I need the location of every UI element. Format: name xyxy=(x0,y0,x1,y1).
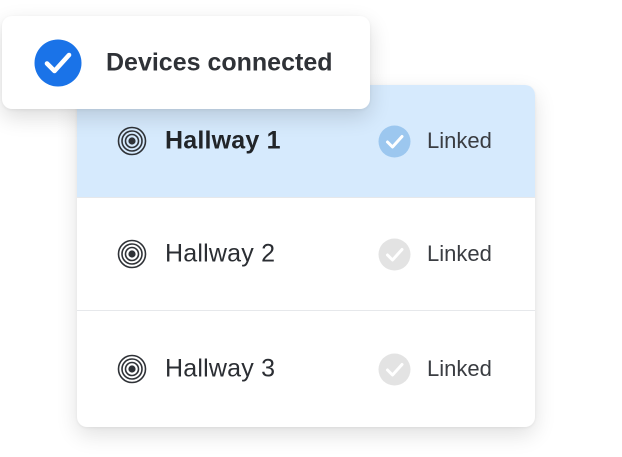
toast-message: Devices connected xyxy=(106,48,333,76)
check-circle-icon xyxy=(378,238,411,271)
status-label: Linked xyxy=(427,356,492,381)
check-circle-icon xyxy=(378,125,411,158)
device-row-hallway-2[interactable]: Hallway 2 Linked xyxy=(77,198,535,311)
device-name: Hallway 1 xyxy=(165,126,281,155)
check-circle-icon xyxy=(378,353,411,386)
sensor-icon xyxy=(117,354,147,384)
device-name: Hallway 3 xyxy=(165,354,276,383)
check-circle-icon xyxy=(34,39,82,87)
device-row-hallway-3[interactable]: Hallway 3 Linked xyxy=(77,311,535,427)
device-list-card: Hallway 1 Linked Hallway 2 Linked Hallwa… xyxy=(77,85,535,427)
status-label: Linked xyxy=(427,241,492,266)
status-label: Linked xyxy=(427,128,492,153)
devices-connected-toast: Devices connected xyxy=(2,16,370,109)
sensor-icon xyxy=(117,126,147,156)
device-name: Hallway 2 xyxy=(165,239,276,268)
device-connection-view: Hallway 1 Linked Hallway 2 Linked Hallwa… xyxy=(0,0,622,457)
sensor-icon xyxy=(117,239,147,269)
